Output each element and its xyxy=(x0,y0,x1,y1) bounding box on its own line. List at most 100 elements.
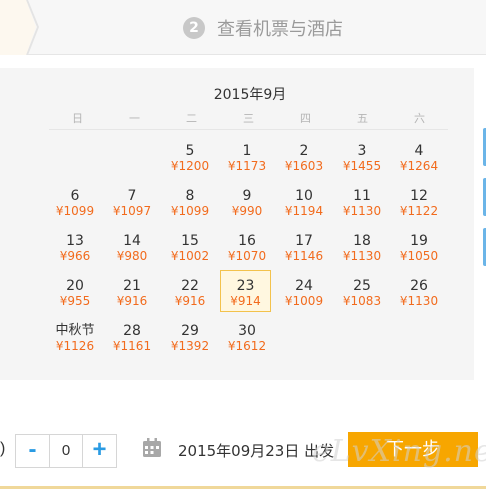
decrement-button[interactable]: - xyxy=(16,435,50,467)
closing-paren: ) xyxy=(0,440,6,457)
day-price: ¥1200 xyxy=(170,159,210,173)
calendar-day[interactable]: 14 ¥980 xyxy=(106,231,158,271)
booking-bar: ) - 0 + 2015年09月23日 出发 下一步 eLvXing.net xyxy=(0,420,486,489)
day-price: ¥1161 xyxy=(112,339,152,353)
step-label: 查看机票与酒店 xyxy=(217,19,343,40)
day-price: ¥1603 xyxy=(284,159,324,173)
day-number: 11 xyxy=(353,188,371,204)
calendar-month-title: 2015年9月 xyxy=(213,87,287,103)
calendar-day[interactable]: 8 ¥1099 xyxy=(164,186,216,226)
calendar-day[interactable]: 13 ¥966 xyxy=(49,231,101,271)
day-price: ¥1009 xyxy=(284,294,324,308)
calendar-day[interactable]: 29 ¥1392 xyxy=(164,321,216,361)
calendar-day[interactable]: 3 ¥1455 xyxy=(336,141,388,181)
step-separator-icon xyxy=(26,0,39,55)
day-price: ¥1126 xyxy=(55,339,95,353)
calendar-day[interactable]: 10 ¥1194 xyxy=(278,186,330,226)
day-number: 7 xyxy=(127,188,137,204)
day-number: 5 xyxy=(185,143,195,159)
day-number: 26 xyxy=(410,278,428,294)
day-number: 16 xyxy=(238,233,256,249)
calendar-day[interactable]: 5 ¥1200 xyxy=(164,141,216,181)
step-header: 2 查看机票与酒店 xyxy=(0,0,486,55)
day-price: ¥1002 xyxy=(170,249,210,263)
calendar-day-holiday[interactable]: 中秋节 ¥1126 xyxy=(49,321,101,361)
day-price: ¥1097 xyxy=(112,204,152,218)
day-number: 22 xyxy=(181,278,199,294)
day-number: 29 xyxy=(181,323,199,339)
day-number: 8 xyxy=(185,188,195,204)
increment-button[interactable]: + xyxy=(82,435,116,467)
weekday-sat: 六 xyxy=(414,112,425,125)
calendar-day[interactable]: 1 ¥1173 xyxy=(221,141,273,181)
day-number: 10 xyxy=(295,188,313,204)
calendar-day[interactable]: 16 ¥1070 xyxy=(221,231,273,271)
calendar-day[interactable]: 6 ¥1099 xyxy=(49,186,101,226)
weekday-tue: 二 xyxy=(186,112,197,125)
calendar-day[interactable]: 30 ¥1612 xyxy=(221,321,273,361)
calendar-icon xyxy=(143,438,161,457)
weekday-wed: 三 xyxy=(243,112,254,125)
day-price: ¥1264 xyxy=(399,159,439,173)
current-step: 2 查看机票与酒店 xyxy=(183,14,343,42)
day-number: 1 xyxy=(242,143,252,159)
weekday-fri: 五 xyxy=(357,112,368,125)
day-number: 13 xyxy=(66,233,84,249)
step-number-badge: 2 xyxy=(183,17,205,39)
day-price: ¥980 xyxy=(116,249,148,263)
day-price: ¥1173 xyxy=(227,159,267,173)
calendar-day[interactable]: 9 ¥990 xyxy=(221,186,273,226)
calendar-day[interactable]: 2 ¥1603 xyxy=(278,141,330,181)
day-price: ¥1146 xyxy=(284,249,324,263)
calendar-day[interactable]: 19 ¥1050 xyxy=(393,231,445,271)
day-number: 4 xyxy=(414,143,424,159)
calendar-day[interactable]: 4 ¥1264 xyxy=(393,141,445,181)
day-number: 14 xyxy=(123,233,141,249)
day-price: ¥916 xyxy=(116,294,148,308)
day-price: ¥990 xyxy=(231,204,263,218)
day-price: ¥1612 xyxy=(227,339,267,353)
day-price: ¥1130 xyxy=(342,204,382,218)
calendar-day[interactable]: 20 ¥955 xyxy=(49,276,101,316)
price-calendar: 2015年9月 日 一 二 三 四 五 六 1 ¥1173 2 ¥1603 3 ¥14… xyxy=(0,68,474,380)
calendar-day[interactable]: 12 ¥1122 xyxy=(393,186,445,226)
day-number: 28 xyxy=(123,323,141,339)
day-price: ¥1099 xyxy=(55,204,95,218)
calendar-day[interactable]: 26 ¥1130 xyxy=(393,276,445,316)
day-number: 25 xyxy=(353,278,371,294)
day-number: 20 xyxy=(66,278,84,294)
next-step-button[interactable]: 下一步 xyxy=(348,432,478,467)
day-number: 21 xyxy=(123,278,141,294)
calendar-day[interactable]: 18 ¥1130 xyxy=(336,231,388,271)
day-price: ¥1050 xyxy=(399,249,439,263)
calendar-day[interactable]: 28 ¥1161 xyxy=(106,321,158,361)
day-price: ¥1130 xyxy=(342,249,382,263)
day-number: 中秋节 xyxy=(55,323,95,338)
quantity-stepper: - 0 + xyxy=(15,434,117,468)
day-price: ¥1122 xyxy=(399,204,439,218)
calendar-day[interactable]: 24 ¥1009 xyxy=(278,276,330,316)
day-number: 17 xyxy=(295,233,313,249)
calendar-day[interactable]: 7 ¥1097 xyxy=(106,186,158,226)
day-number: 15 xyxy=(181,233,199,249)
day-number: 9 xyxy=(242,188,252,204)
day-price: ¥1130 xyxy=(399,294,439,308)
calendar-day-selected[interactable]: 23 ¥914 xyxy=(220,270,271,312)
day-price: ¥1070 xyxy=(227,249,267,263)
weekday-mon: 一 xyxy=(129,112,140,125)
calendar-day[interactable]: 15 ¥1002 xyxy=(164,231,216,271)
day-number: 30 xyxy=(238,323,256,339)
previous-step-tab[interactable] xyxy=(0,0,28,55)
day-number: 19 xyxy=(410,233,428,249)
day-price: ¥966 xyxy=(59,249,91,263)
calendar-day[interactable]: 11 ¥1130 xyxy=(336,186,388,226)
calendar-day[interactable]: 22 ¥916 xyxy=(164,276,216,316)
day-price: ¥914 xyxy=(230,294,261,308)
calendar-day[interactable]: 25 ¥1083 xyxy=(336,276,388,316)
weekday-thu: 四 xyxy=(300,112,311,125)
departure-date: 2015年09月23日 出发 xyxy=(178,442,335,460)
quantity-value[interactable]: 0 xyxy=(50,435,82,467)
weekday-header: 日 一 二 三 四 五 六 xyxy=(49,108,448,130)
calendar-day[interactable]: 21 ¥916 xyxy=(106,276,158,316)
calendar-day[interactable]: 17 ¥1146 xyxy=(278,231,330,271)
